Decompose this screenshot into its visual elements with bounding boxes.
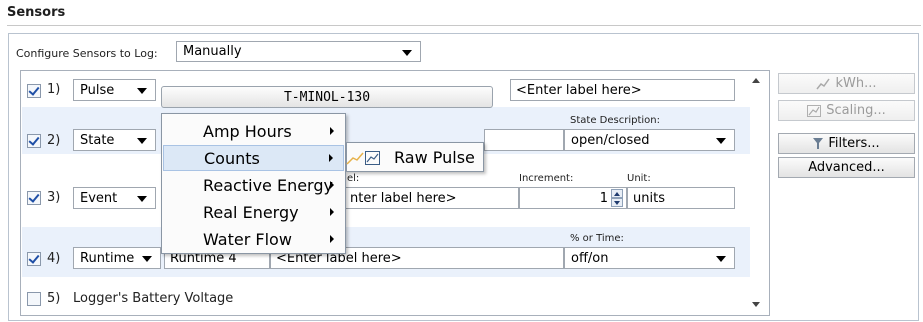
sensor-2-checkbox[interactable] xyxy=(27,134,41,148)
chevron-right-icon xyxy=(330,208,334,216)
chevron-down-icon xyxy=(716,256,726,262)
sensor-1-label-input[interactable]: <Enter label here> xyxy=(510,79,735,101)
sensor-3-number: 3) xyxy=(47,190,61,205)
menu-item-label: Counts xyxy=(204,148,260,168)
scaling-button-label: Scaling... xyxy=(826,103,886,118)
state-description-value: open/closed xyxy=(571,132,650,148)
menu-item-label: Water Flow xyxy=(203,229,292,249)
menu-item-label: Real Energy xyxy=(203,202,299,222)
kwh-button[interactable]: kWh... xyxy=(778,73,915,94)
scroll-down-icon[interactable] xyxy=(752,302,760,307)
increment-header: Increment: xyxy=(519,173,574,184)
sensor-3-type-select[interactable]: Event xyxy=(73,187,156,209)
sensor-1-number: 1) xyxy=(47,82,61,97)
sensor-1-checkbox[interactable] xyxy=(27,84,41,98)
sensor-row-5: 5) Logger's Battery Voltage xyxy=(22,277,750,315)
sensor-4-type-value: Runtime xyxy=(80,250,135,266)
chevron-right-icon xyxy=(330,127,334,135)
chevron-right-icon xyxy=(330,181,334,189)
state-description-select[interactable]: open/closed xyxy=(564,129,735,151)
menu-item-water-flow[interactable]: Water Flow xyxy=(163,226,344,252)
stepper-down-icon[interactable] xyxy=(611,198,623,207)
chevron-down-icon xyxy=(137,138,147,144)
device-select-button[interactable]: T-MINOL-130 xyxy=(161,86,493,108)
sensor-4-checkbox[interactable] xyxy=(27,252,41,266)
sensor-4-type-select[interactable]: Runtime xyxy=(73,247,161,269)
sensor-5-number: 5) xyxy=(47,291,61,306)
sensor-2-name-input[interactable] xyxy=(484,129,564,151)
sensor-5-checkbox[interactable] xyxy=(27,292,41,306)
pulse-chart-icon xyxy=(346,151,380,165)
sensor-2-type-select[interactable]: State xyxy=(73,129,156,151)
sensor-2-number: 2) xyxy=(47,133,61,148)
sensor-4-number: 4) xyxy=(47,251,61,266)
scaling-chart-icon xyxy=(807,104,822,117)
configure-select[interactable]: Manually xyxy=(176,41,421,62)
stepper-up-icon[interactable] xyxy=(611,189,623,198)
menu-item-counts[interactable]: Counts xyxy=(163,145,344,171)
percent-time-select[interactable]: off/on xyxy=(564,247,735,269)
chevron-right-icon xyxy=(330,235,334,243)
measurement-type-menu: Amp Hours Counts Reactive Energy Real En… xyxy=(161,113,346,254)
chevron-right-icon xyxy=(329,154,333,162)
advanced-button[interactable]: Advanced... xyxy=(778,157,915,178)
counts-submenu: Raw Pulse xyxy=(346,142,484,172)
unit-header: Unit: xyxy=(627,173,651,184)
chevron-down-icon xyxy=(716,138,726,144)
state-description-header: State Description: xyxy=(570,115,660,126)
chevron-down-icon xyxy=(137,88,147,94)
scroll-up-icon[interactable] xyxy=(752,78,760,83)
configure-select-value: Manually xyxy=(183,44,242,59)
event-label-header: el: xyxy=(347,173,360,184)
increment-stepper[interactable] xyxy=(611,189,623,207)
funnel-filter-icon xyxy=(813,138,824,149)
line-chart-icon xyxy=(816,78,831,89)
sensor-row-4: 4) Runtime Runtime 4 <Enter label here> … xyxy=(22,227,750,277)
menu-item-amp-hours[interactable]: Amp Hours xyxy=(163,118,344,144)
unit-input[interactable]: units xyxy=(627,187,735,209)
section-title: Sensors xyxy=(7,5,66,20)
chevron-down-icon xyxy=(137,196,147,202)
title-divider xyxy=(7,25,921,26)
percent-time-header: % or Time: xyxy=(570,233,624,244)
advanced-button-label: Advanced... xyxy=(808,160,885,175)
scaling-button[interactable]: Scaling... xyxy=(778,100,915,121)
sensor-3-type-value: Event xyxy=(80,190,118,206)
chevron-down-icon xyxy=(142,256,152,262)
sensor-1-type-select[interactable]: Pulse xyxy=(73,79,156,101)
sensor-1-type-value: Pulse xyxy=(80,82,115,98)
submenu-item-raw-pulse[interactable]: Raw Pulse xyxy=(394,148,475,167)
menu-item-label: Amp Hours xyxy=(203,121,292,141)
chevron-down-icon xyxy=(402,49,412,56)
configure-label: Configure Sensors to Log: xyxy=(16,47,158,60)
menu-item-label: Reactive Energy xyxy=(203,175,333,195)
sensor-3-label-input[interactable]: nter label here> xyxy=(344,187,519,209)
filters-button-label: Filters... xyxy=(828,136,880,151)
menu-item-real-energy[interactable]: Real Energy xyxy=(163,199,344,225)
sensor-2-type-value: State xyxy=(80,132,115,148)
filters-button[interactable]: Filters... xyxy=(778,133,915,154)
percent-time-value: off/on xyxy=(571,250,609,266)
sensor-5-label: Logger's Battery Voltage xyxy=(73,291,234,306)
menu-item-reactive-energy[interactable]: Reactive Energy xyxy=(163,172,344,198)
sensor-3-checkbox[interactable] xyxy=(27,191,41,205)
kwh-button-label: kWh... xyxy=(835,76,877,91)
